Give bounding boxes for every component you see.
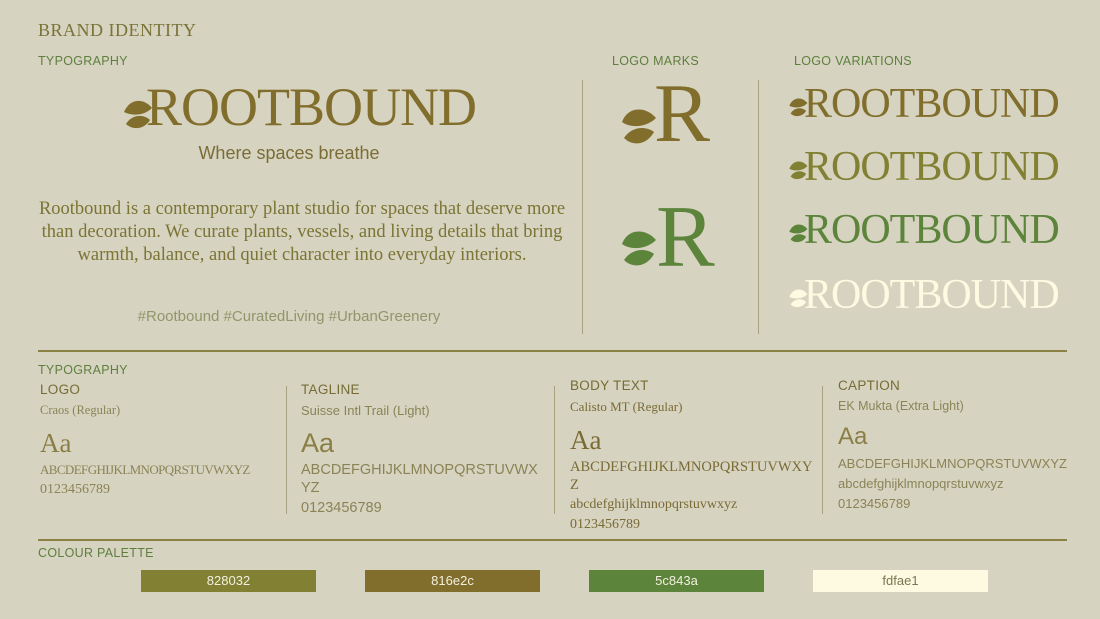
swatch-5c843a: 5c843a xyxy=(589,570,764,592)
type-spec-digits: 0123456789 xyxy=(570,517,640,532)
swatch-hex-label: 5c843a xyxy=(655,573,698,588)
logo-variation-text: ROOTBOUND xyxy=(804,272,1060,318)
logo-mark-letter: R xyxy=(656,189,715,286)
swatch-828032: 828032 xyxy=(141,570,316,592)
type-spec-lowercase: abcdefghijklmnopqrstuvwxyz xyxy=(570,497,738,512)
type-specs-label: TYPOGRAPHY xyxy=(38,363,128,377)
colour-palette-label: COLOUR PALETTE xyxy=(38,546,154,560)
type-spec-title: CAPTION xyxy=(838,378,901,393)
type-spec-sample: Aa xyxy=(838,423,868,450)
logo-variation-brown: ROOTBOUND xyxy=(788,80,1072,127)
type-spec-digits: 0123456789 xyxy=(40,482,110,497)
divider-vertical-5 xyxy=(822,386,823,514)
logo-variation-text: ROOTBOUND xyxy=(804,144,1060,190)
type-spec-font-name: EK Mukta (Extra Light) xyxy=(838,399,964,413)
main-wordmark-text: ROOTBOUND xyxy=(146,77,477,137)
logo-mark-letter: R xyxy=(654,67,711,160)
type-spec-digits: 0123456789 xyxy=(838,496,911,511)
type-spec-title: TAGLINE xyxy=(301,382,360,397)
leaf-icon xyxy=(622,231,656,266)
brand-description: Rootbound is a contemporary plant studio… xyxy=(38,199,566,265)
divider-vertical-3 xyxy=(286,386,287,514)
type-spec-lowercase: abcdefghijklmnopqrstuvwxyz xyxy=(838,476,1004,491)
type-spec-font-name: Suisse Intl Trail (Light) xyxy=(301,403,430,418)
type-spec-title: LOGO xyxy=(40,382,81,397)
type-spec-font-name: Calisto MT (Regular) xyxy=(570,399,683,414)
logo-variation-text: ROOTBOUND xyxy=(804,207,1060,253)
tagline: Where spaces breathe xyxy=(198,143,380,163)
logo-mark-green: R xyxy=(620,194,744,290)
logo-variation-text: ROOTBOUND xyxy=(804,81,1060,127)
logo-variation-green: ROOTBOUND xyxy=(788,206,1072,253)
type-spec-caption: CAPTION EK Mukta (Extra Light) Aa ABCDEF… xyxy=(838,378,1078,513)
hashtags: #Rootbound #CuratedLiving #UrbanGreenery xyxy=(137,308,441,325)
logo-variation-olive: ROOTBOUND xyxy=(788,143,1072,190)
swatch-hex-label: 828032 xyxy=(206,573,251,588)
logo-variations-label: LOGO VARIATIONS xyxy=(794,54,912,68)
swatch-hex-label: 816e2c xyxy=(431,573,474,588)
type-spec-sample: Aa xyxy=(40,428,72,458)
logo-marks-label: LOGO MARKS xyxy=(612,54,700,68)
divider-horizontal-2 xyxy=(38,539,1067,541)
type-spec-body-text: BODY TEXT Calisto MT (Regular) Aa ABCDEF… xyxy=(570,378,818,534)
type-spec-title: BODY TEXT xyxy=(570,378,649,393)
main-wordmark-logo: ROOTBOUND xyxy=(122,77,477,138)
type-spec-sample: Aa xyxy=(570,425,602,455)
logo-mark-brown: R xyxy=(620,72,744,164)
page-title: BRAND IDENTITY xyxy=(38,20,197,40)
divider-horizontal-1 xyxy=(38,350,1067,352)
swatch-fdfae1: fdfae1 xyxy=(813,570,988,592)
type-spec-font-name: Craos (Regular) xyxy=(40,403,121,417)
type-spec-digits: 0123456789 xyxy=(301,500,382,516)
swatch-816e2c: 816e2c xyxy=(365,570,540,592)
type-spec-uppercase: ABCDEFGHIJKLMNOPQRSTUVWXYZ xyxy=(40,462,250,477)
type-spec-uppercase: ABCDEFGHIJKLMNOPQRSTUVWXYZ xyxy=(570,459,813,493)
type-spec-uppercase: ABCDEFGHIJKLMNOPQRSTUVWXYZ xyxy=(301,462,538,496)
type-spec-logo: LOGO Craos (Regular) Aa ABCDEFGHIJKLMNOP… xyxy=(40,382,280,499)
type-spec-sample: Aa xyxy=(301,428,335,458)
typography-section-label: TYPOGRAPHY xyxy=(38,54,128,68)
logo-variation-cream: ROOTBOUND xyxy=(788,269,1072,319)
type-spec-uppercase: ABCDEFGHIJKLMNOPQRSTUVWXYZ xyxy=(838,456,1067,471)
divider-vertical-1 xyxy=(582,80,583,334)
divider-vertical-2 xyxy=(758,80,759,334)
divider-vertical-4 xyxy=(554,386,555,514)
type-spec-tagline: TAGLINE Suisse Intl Trail (Light) Aa ABC… xyxy=(301,382,547,517)
swatch-hex-label: fdfae1 xyxy=(882,573,919,588)
